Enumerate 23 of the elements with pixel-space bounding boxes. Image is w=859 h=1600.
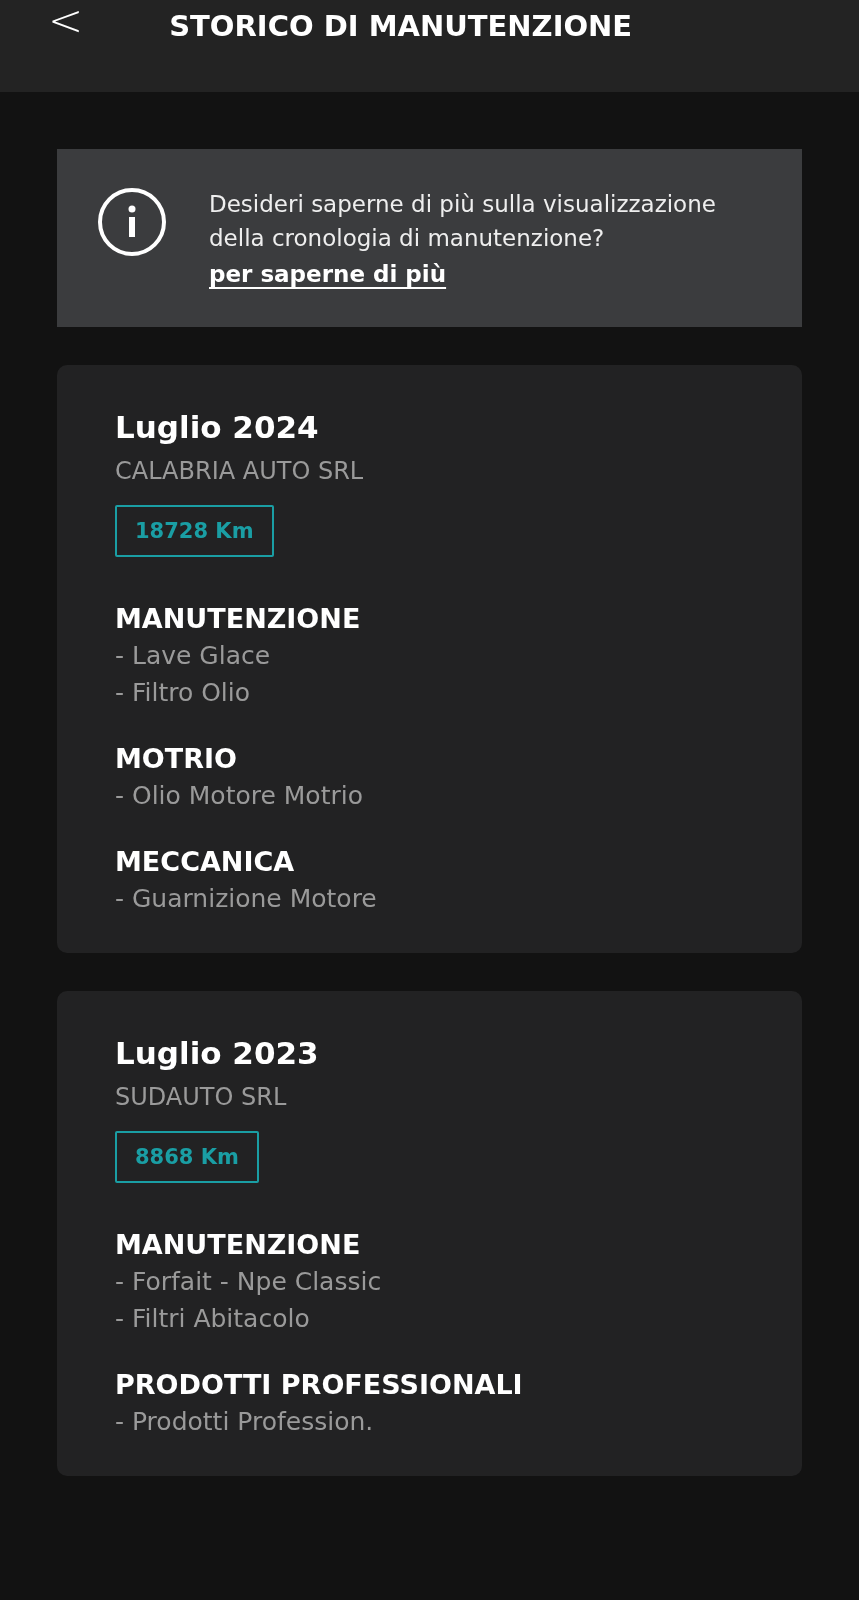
mileage-tag: 8868 Km bbox=[115, 1131, 259, 1183]
dealer-name: SUDAUTO SRL bbox=[115, 1082, 287, 1113]
back-button[interactable]: < bbox=[48, 0, 84, 46]
dealer-name: CALABRIA AUTO SRL bbox=[115, 456, 364, 487]
service-item: - Guarnizione Motore bbox=[115, 883, 377, 915]
info-icon bbox=[97, 187, 167, 257]
record-date: Luglio 2023 bbox=[115, 1034, 319, 1073]
service-item: - Filtro Olio bbox=[115, 677, 251, 709]
info-text: Desideri saperne di più sulla visualizzazione della cronologia di manutenzione? bbox=[209, 190, 717, 253]
learn-more-link[interactable]: per saperne di più bbox=[209, 261, 447, 287]
record-date: Luglio 2024 bbox=[115, 408, 319, 447]
section-title: MECCANICA bbox=[115, 845, 295, 879]
page-title: STORICO DI MANUTENZIONE bbox=[169, 8, 633, 45]
section-title: PRODOTTI PROFESSIONALI bbox=[115, 1368, 523, 1402]
service-item: - Olio Motore Motrio bbox=[115, 780, 363, 812]
mileage-tag: 18728 Km bbox=[115, 505, 274, 557]
service-item: - Lave Glace bbox=[115, 640, 271, 672]
service-item: - Forfait - Npe Classic bbox=[115, 1266, 382, 1298]
section-title: MANUTENZIONE bbox=[115, 602, 361, 636]
service-item: - Filtri Abitacolo bbox=[115, 1303, 310, 1335]
section-title: MOTRIO bbox=[115, 742, 238, 776]
section-title: MANUTENZIONE bbox=[115, 1228, 361, 1262]
service-item: - Prodotti Profession. bbox=[115, 1406, 374, 1438]
